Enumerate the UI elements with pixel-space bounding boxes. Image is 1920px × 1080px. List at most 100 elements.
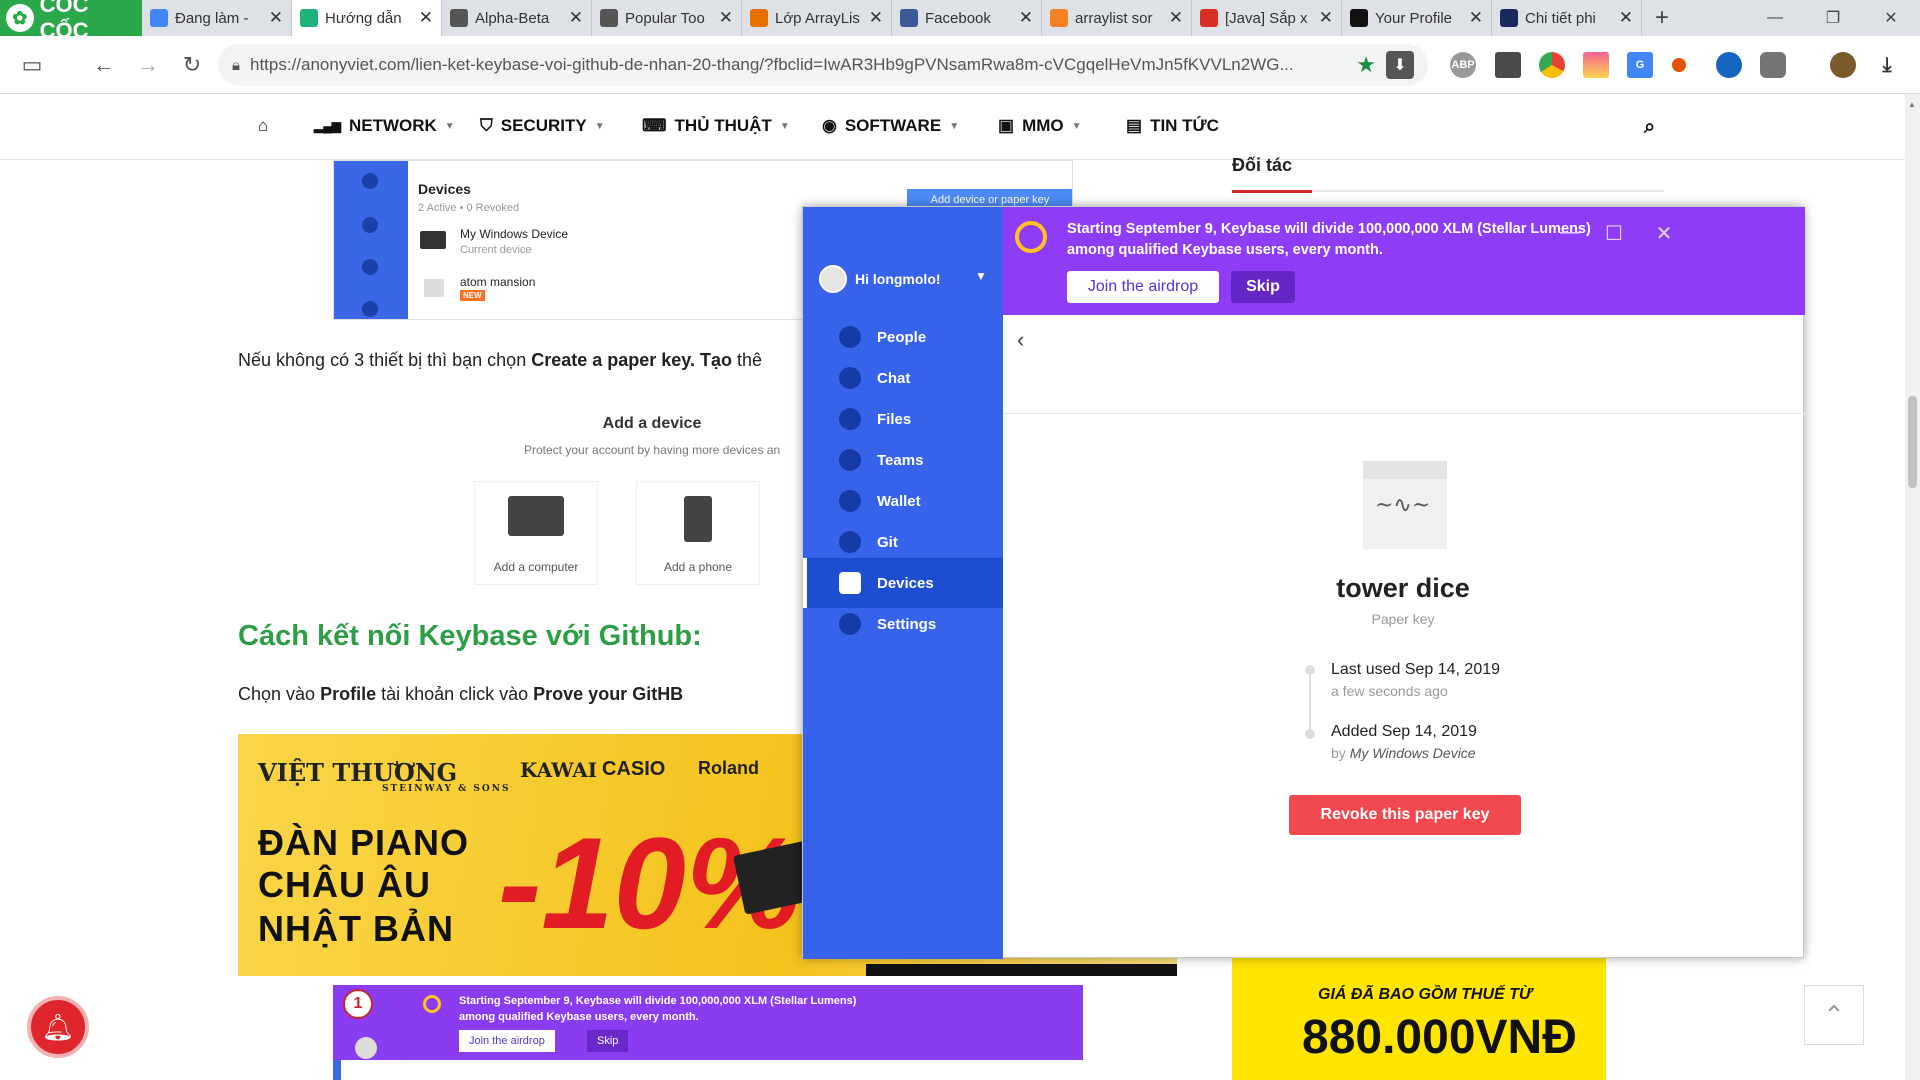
home-icon[interactable]: ⌂ — [258, 116, 268, 136]
close-tab-icon[interactable]: ✕ — [569, 8, 583, 28]
browser-tab[interactable]: Your Profile ✕ — [1342, 0, 1492, 36]
address-bar-row: ▭ ← → ↻ 🔒︎ https://anonyviet.com/lien-ke… — [0, 36, 1920, 94]
close-tab-icon[interactable]: ✕ — [1319, 8, 1333, 28]
reload-icon[interactable]: ↻ — [170, 43, 214, 87]
timeline-dot — [1305, 729, 1315, 739]
search-icon[interactable]: ⌕ — [1644, 116, 1655, 139]
close-icon[interactable]: ✕ — [1649, 221, 1679, 246]
keybase-sidebar: Hi longmolo! ▼ People Chat Files Teams Walle… — [803, 207, 1003, 959]
add-device-title: Add a device — [602, 415, 702, 432]
sidebar-title-underline — [1232, 190, 1664, 193]
sidebar-title: Đối tác — [1232, 155, 1293, 175]
keybase-window: Hi longmolo! ▼ People Chat Files Teams Walle… — [802, 206, 1805, 959]
browser-tab[interactable]: Đang làm - ✕ — [142, 0, 292, 36]
nav-label: People — [877, 328, 927, 346]
coccoc-logo[interactable]: ✿ CỐC CỐC — [0, 0, 142, 43]
profile-avatar[interactable] — [1830, 52, 1856, 78]
shield-extension-icon[interactable] — [1716, 52, 1742, 78]
url-field[interactable]: https://anonyviet.com/lien-ket-keybase-v… — [250, 55, 1346, 75]
notification-bell-icon[interactable]: 🔔︎ — [27, 996, 89, 1058]
bookmark-star-icon[interactable]: ★ — [1356, 52, 1376, 78]
skip-button[interactable]: Skip — [1231, 271, 1295, 303]
scrollbar-thumb[interactable] — [1908, 396, 1917, 488]
browser-tab[interactable]: arraylist sor ✕ — [1042, 0, 1192, 36]
screen-capture-icon[interactable] — [1495, 52, 1521, 78]
nav-thu-thuat[interactable]: ⌨ THỦ THUẬT ▼ — [642, 116, 790, 136]
scroll-up-arrow-icon[interactable]: ▲ — [1908, 100, 1916, 109]
add-computer-label: Add a computer — [493, 560, 579, 574]
sidebar-ad[interactable]: GIÁ ĐÃ BAO GỒM THUẾ TỪ 880.000VNĐ — [1232, 958, 1606, 1080]
devices-icon — [839, 572, 861, 594]
keybase-user-greeting: Hi longmolo! — [855, 271, 941, 287]
ad-brand-roland: Roland — [698, 758, 759, 778]
timeline-line — [1309, 669, 1311, 737]
minimize-icon[interactable]: — — [1746, 0, 1804, 36]
adblock-plus-icon[interactable]: ABP — [1450, 52, 1476, 78]
sidebar-ad-line1: GIÁ ĐÃ BAO GỒM THUẾ TỪ — [1318, 986, 1532, 1003]
screenshot2-message: Starting September 9, Keybase will divid… — [459, 995, 857, 1023]
download-page-icon[interactable]: ⬇ — [1386, 51, 1414, 79]
computer-icon — [508, 496, 564, 536]
new-tab-button[interactable]: + — [1642, 0, 1682, 36]
cookie-extension-icon[interactable] — [1672, 58, 1686, 72]
keyboard-icon: ⌨ — [642, 116, 667, 135]
chrome-logo-icon: ◉ — [822, 116, 837, 135]
back-chevron-icon[interactable]: ‹ — [1017, 327, 1024, 353]
sidebar-toggle-icon[interactable]: ▭ — [10, 43, 54, 87]
page-scrollbar[interactable]: ▲ — [1905, 94, 1920, 1080]
back-icon[interactable]: ← — [82, 43, 126, 87]
restore-icon[interactable]: ❐ — [1804, 0, 1862, 36]
close-tab-icon[interactable]: ✕ — [719, 8, 733, 28]
maximize-icon[interactable]: ☐ — [1599, 221, 1629, 246]
device-type: Paper key — [1371, 611, 1435, 627]
ad-line1: ĐÀN PIANO — [258, 822, 470, 863]
forward-icon[interactable]: → — [126, 43, 170, 87]
keybase-user-menu[interactable]: Hi longmolo! ▼ — [819, 265, 987, 293]
minimize-icon[interactable]: — — [1555, 221, 1585, 244]
nav-software[interactable]: ◉ SOFTWARE ▼ — [822, 116, 959, 136]
nav-label: Teams — [877, 451, 924, 469]
close-tab-icon[interactable]: ✕ — [419, 8, 433, 28]
browser-tab[interactable]: Lớp ArrayLis ✕ — [742, 0, 892, 36]
close-tab-icon[interactable]: ✕ — [1619, 8, 1633, 28]
browser-tab[interactable]: Hướng dẫn ✕ — [292, 0, 442, 36]
airdrop-message: Starting September 9, Keybase will divid… — [1067, 221, 1591, 258]
user-avatar — [819, 265, 847, 293]
tab-title: Your Profile — [1375, 9, 1452, 27]
nav-mmo[interactable]: ▣ MMO ▼ — [998, 116, 1082, 136]
tab-title: Facebook — [925, 9, 991, 27]
browser-tab[interactable]: Alpha-Beta ✕ — [442, 0, 592, 36]
browser-tab[interactable]: Chi tiết phi ✕ — [1492, 0, 1642, 36]
chat-extension-icon[interactable] — [1760, 52, 1786, 78]
downloads-icon[interactable]: ⤓ — [1874, 52, 1900, 78]
chrome-extension-icon[interactable] — [1539, 52, 1565, 78]
newspaper-icon: ▤ — [1126, 116, 1143, 135]
nav-tin-tuc[interactable]: ▤ TIN TỨC — [1126, 116, 1219, 136]
join-airdrop-button[interactable]: Join the airdrop — [1067, 271, 1219, 303]
git-icon — [839, 531, 861, 553]
google-translate-icon[interactable]: G — [1627, 52, 1653, 78]
close-tab-icon[interactable]: ✕ — [1019, 8, 1033, 28]
nav-label: Files — [877, 410, 912, 428]
close-tab-icon[interactable]: ✕ — [269, 8, 283, 28]
new-badge: NEW — [460, 290, 485, 301]
tab-title: arraylist sor — [1075, 9, 1153, 27]
screenshot-devices-subtitle: 2 Active • 0 Revoked — [418, 202, 520, 214]
close-tab-icon[interactable]: ✕ — [1469, 8, 1483, 28]
browser-tab[interactable]: Facebook ✕ — [892, 0, 1042, 36]
browser-tab[interactable]: [Java] Sắp x ✕ — [1192, 0, 1342, 36]
close-tab-icon[interactable]: ✕ — [1169, 8, 1183, 28]
nav-security[interactable]: ⛉ SECURITY ▼ — [480, 116, 605, 136]
close-tab-icon[interactable]: ✕ — [869, 8, 883, 28]
browser-tab[interactable]: Popular Too ✕ — [592, 0, 742, 36]
stackoverflow-icon — [1050, 9, 1068, 27]
scroll-to-top-button[interactable]: ⌃ — [1804, 985, 1864, 1045]
chevron-down-icon: ▼ — [779, 120, 790, 132]
ad-line3: NHẬT BẢN — [258, 908, 454, 949]
nav-settings[interactable]: Settings — [803, 599, 1003, 649]
color-picker-icon[interactable] — [1583, 52, 1609, 78]
revoke-paper-key-button[interactable]: Revoke this paper key — [1289, 795, 1521, 835]
close-window-icon[interactable]: ✕ — [1862, 0, 1920, 36]
nav-network[interactable]: ▂▄▆ NETWORK ▼ — [314, 116, 455, 136]
omnibox[interactable]: 🔒︎ https://anonyviet.com/lien-ket-keybas… — [218, 44, 1428, 86]
